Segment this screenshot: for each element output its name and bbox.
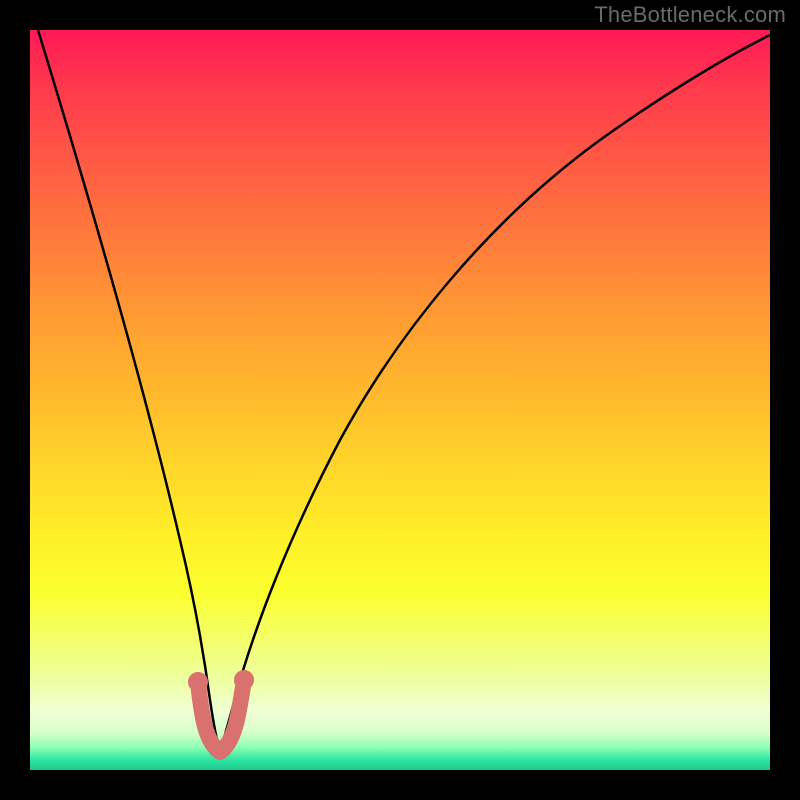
plot-area (30, 30, 770, 770)
watermark-text: TheBottleneck.com (594, 2, 786, 28)
bottleneck-curve (38, 30, 770, 750)
chart-frame: TheBottleneck.com (0, 0, 800, 800)
valley-marker (196, 678, 246, 752)
chart-svg (30, 30, 770, 770)
